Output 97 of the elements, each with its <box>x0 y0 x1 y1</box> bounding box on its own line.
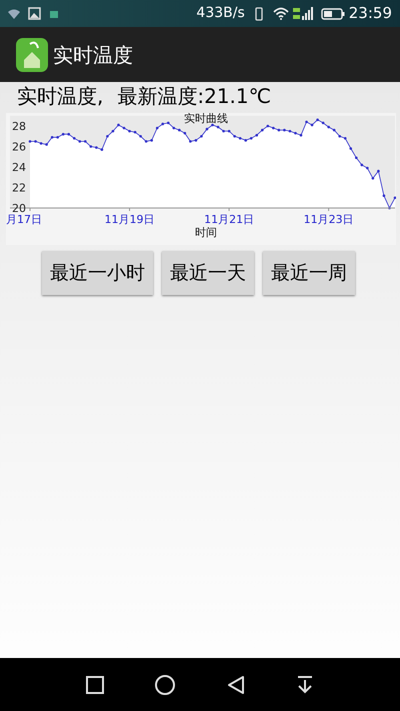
x-tick-label: 月17日 <box>6 213 42 226</box>
battery-icon <box>320 8 345 20</box>
data-point <box>266 124 270 128</box>
data-point <box>250 137 252 140</box>
data-point <box>150 139 153 142</box>
data-point <box>84 140 87 143</box>
range-button[interactable]: 最近一天 <box>162 251 254 295</box>
data-point <box>316 118 319 122</box>
data-point <box>100 148 104 151</box>
network-speed: 433B/s <box>196 4 245 23</box>
data-point <box>45 143 48 146</box>
data-point <box>117 124 120 126</box>
data-point <box>372 176 374 180</box>
data-point <box>62 132 64 136</box>
x-tick-label: 11月23日 <box>304 213 354 226</box>
data-point <box>90 145 92 148</box>
data-point <box>278 128 280 132</box>
data-point <box>288 130 292 132</box>
data-point <box>78 140 82 143</box>
data-point <box>244 139 247 142</box>
wifi-icon <box>8 8 20 18</box>
data-point <box>50 136 54 139</box>
data-point <box>360 164 364 166</box>
home-button[interactable] <box>154 674 176 696</box>
data-point <box>67 132 70 136</box>
data-point <box>56 136 59 139</box>
data-point <box>382 194 386 197</box>
data-point <box>184 132 186 134</box>
data-point <box>34 140 37 143</box>
chart-title: 实时曲线 <box>184 113 228 125</box>
data-point <box>300 134 302 137</box>
data-point <box>40 142 42 145</box>
data-point <box>349 147 352 150</box>
x-axis-title: 时间 <box>195 226 217 239</box>
data-point <box>194 139 198 142</box>
data-point <box>260 128 264 132</box>
data-point <box>332 128 336 132</box>
signal-icon <box>292 6 313 22</box>
image-icon <box>28 7 41 20</box>
data-point <box>144 140 148 143</box>
data-point <box>72 137 76 140</box>
data-point <box>233 134 236 138</box>
data-point <box>394 196 396 200</box>
y-tick-label: 24 <box>12 161 26 174</box>
data-point <box>161 122 164 126</box>
x-tick-label: 11月19日 <box>104 213 155 226</box>
overview-button[interactable] <box>84 674 105 694</box>
data-point <box>322 122 324 124</box>
data-point <box>388 206 391 210</box>
latest-temperature: 最新温度:21.1℃ <box>117 83 272 110</box>
vibrate-icon <box>252 6 265 20</box>
data-point <box>338 134 341 138</box>
header-label: 实时温度, <box>17 83 104 110</box>
data-point <box>112 130 114 132</box>
data-point <box>377 170 380 172</box>
data-point <box>95 146 98 149</box>
wifi-icon <box>272 7 289 20</box>
x-tick-label: 11月21日 <box>204 213 254 226</box>
y-tick-label: 20 <box>12 202 26 215</box>
data-point <box>189 140 192 143</box>
data-point <box>305 120 308 124</box>
data-point <box>139 134 142 138</box>
data-point <box>294 132 297 134</box>
data-point <box>238 137 242 140</box>
data-point <box>228 130 230 132</box>
data-point <box>216 126 220 128</box>
clock: 23:59 <box>348 3 392 24</box>
app-notification-icon <box>49 8 59 18</box>
data-point <box>134 130 136 134</box>
data-point <box>28 140 32 143</box>
app-icon <box>16 38 48 72</box>
back-button[interactable] <box>226 674 246 694</box>
range-button[interactable]: 最近一周 <box>263 251 355 295</box>
data-point <box>255 134 258 137</box>
data-point <box>366 166 369 170</box>
data-point <box>283 128 286 132</box>
data-point <box>128 130 131 132</box>
data-point <box>222 130 225 132</box>
y-tick-label: 28 <box>12 120 26 133</box>
app-title: 实时温度 <box>53 42 133 68</box>
data-point <box>344 137 347 140</box>
range-button[interactable]: 最近一小时 <box>42 251 153 295</box>
data-point <box>272 126 275 130</box>
data-point <box>200 134 203 138</box>
data-point <box>211 124 214 126</box>
data-point <box>310 124 314 126</box>
data-point <box>206 128 208 130</box>
data-point <box>166 122 170 124</box>
data-point <box>355 156 358 160</box>
data-point <box>178 128 181 132</box>
data-point <box>172 126 176 130</box>
y-tick-label: 26 <box>12 140 26 154</box>
data-point <box>327 126 330 128</box>
y-tick-label: 22 <box>12 182 26 194</box>
data-point <box>106 134 109 138</box>
data-point <box>122 126 126 130</box>
data-point <box>156 126 158 130</box>
